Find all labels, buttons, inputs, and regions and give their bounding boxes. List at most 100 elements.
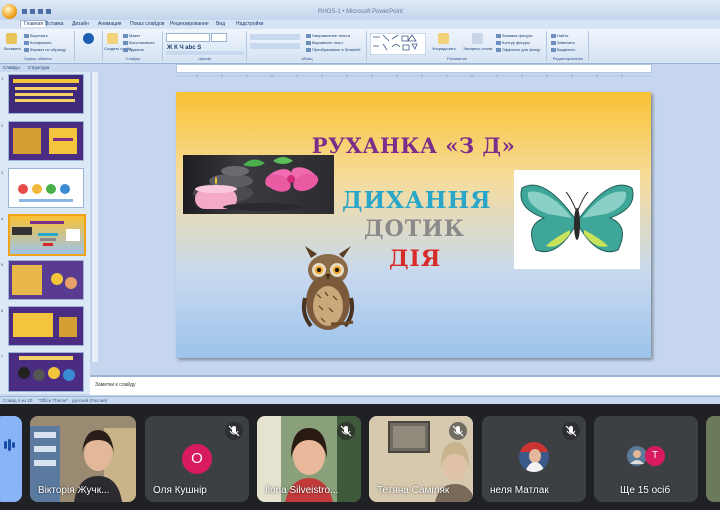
slide-thumbnail-active[interactable] [8,214,86,256]
participant-tile[interactable]: Тетяна Саміляк [369,416,473,502]
slide-number: 2 [1,123,4,128]
format-painter-button[interactable]: Формат по образцу [24,47,66,52]
delete-icon [123,47,128,52]
copy-button[interactable]: Копировать [24,40,52,45]
mic-off-icon [449,422,467,440]
mic-off-icon [337,422,355,440]
tab-review[interactable]: Рецензирование [170,21,209,27]
participant-name: неля Матлак [490,485,549,496]
align-text-button[interactable]: Выровнять текст [306,40,343,45]
group-font: Ж К Ч abc S Шрифт [164,31,247,61]
participant-name: Вікторія Жучк... [38,485,110,496]
slide-number: 4 [1,216,4,221]
tab-home[interactable]: Главная [20,20,48,27]
group-label-clipboard: Буфер обмена [24,56,52,61]
slide-number: 1 [1,76,4,81]
shape-outline-button[interactable]: Контур фигуры [496,40,530,45]
paste-icon[interactable] [6,33,17,44]
reset-button[interactable]: Восстановить [123,40,155,45]
tab-slides-panel[interactable]: Слайды [3,65,20,70]
find-button[interactable]: Найти [551,33,568,38]
more-participants-tile[interactable]: Т Ще 15 осіб [594,416,698,502]
office-button-icon[interactable] [2,4,17,19]
participant-tile[interactable]: О Оля Кушнір [145,416,249,502]
powerpoint-window: RHOS-1 • Microsoft PowerPoint Главная Вс… [0,0,720,404]
owl-picture[interactable] [291,244,366,334]
select-button[interactable]: Выделить [551,47,575,52]
group-slides: Создать слайд Макет Восстановить Удалить… [104,31,163,61]
slide-canvas[interactable]: РУХАНКА «З Д» ДИХАННЯ ДОТИК ДІЯ [176,92,651,358]
paragraph-icons[interactable] [250,34,302,54]
tab-design[interactable]: Дизайн [72,21,89,27]
participant-avatar: О [182,444,212,474]
tab-view[interactable]: Вид [216,21,225,27]
font-name-select[interactable] [166,33,210,42]
copy-icon [24,40,29,45]
shapes-gallery[interactable] [370,33,426,55]
bluetooth-icon[interactable] [83,33,94,44]
participant-tile[interactable]: неля Матлак [482,416,586,502]
text-direction-button[interactable]: Направление текста [306,33,350,38]
replace-icon [551,40,556,45]
window-title: RHOS-1 • Microsoft PowerPoint [318,9,403,15]
quick-access-toolbar[interactable] [22,8,62,15]
participant-tile[interactable]: Ilona Silveistro... [257,416,361,502]
paste-button[interactable]: Вставить [4,46,21,51]
butterfly-picture[interactable] [514,170,640,269]
tab-addins[interactable]: Надстройки [236,21,263,27]
quick-styles-icon[interactable] [472,33,483,44]
slide-number: 7 [1,354,4,359]
fill-icon [496,33,501,38]
group-bluetooth [76,31,103,61]
new-slide-icon[interactable] [107,33,118,44]
spa-flower-picture[interactable] [183,155,334,214]
tab-slideshow[interactable]: Показ слайдов [130,21,164,27]
delete-button[interactable]: Удалить [123,47,144,52]
participant-tile[interactable]: Вікторія Жучк... [30,416,136,502]
vertical-ruler[interactable] [91,72,98,362]
font-size-select[interactable] [211,33,227,42]
group-label-font: Шрифт [198,56,212,61]
horizontal-ruler[interactable] [176,64,652,77]
notes-pane[interactable]: Заметки к слайду [90,377,720,395]
group-label-slides: Слайды [125,56,141,61]
layout-button[interactable]: Макет [123,33,140,38]
group-label-paragraph: Абзац [301,56,313,61]
presenter-tile[interactable] [0,416,22,502]
quick-styles-button[interactable]: Экспресс-стили [463,46,492,51]
group-clipboard: Вставить Вырезать Копировать Формат по о… [2,31,75,61]
shape-effects-button[interactable]: Эффекты для фигур [496,47,540,52]
slide-thumbnail[interactable] [8,260,84,300]
participant-tile-partial[interactable] [706,416,720,502]
status-bar: Слайд 4 из 20 "Office Theme" русский (Ро… [0,396,720,404]
arrange-button[interactable]: Упорядочить [432,46,456,51]
tab-insert[interactable]: Вставка [45,21,64,27]
slide-word-action[interactable]: ДІЯ [389,246,441,272]
slides-panel: Слайды Структура 1 2 3 4 5 6 7 [0,64,90,394]
slide-thumbnail[interactable] [8,168,84,208]
layout-icon [123,33,128,38]
arrange-icon[interactable] [438,33,449,44]
slide-thumbnail[interactable] [8,352,84,392]
slide-word-breathing[interactable]: ДИХАННЯ [342,187,492,214]
status-language[interactable]: русский (Россия) [72,398,107,403]
notes-placeholder: Заметки к слайду [95,382,136,388]
panel-tabs: Слайды Структура [0,64,90,72]
group-drawing: Упорядочить Экспресс-стили Заливка фигур… [368,31,547,61]
select-icon [551,47,556,52]
tab-outline-panel[interactable]: Структура [28,65,49,70]
smartart-button[interactable]: Преобразовать в SmartArt [306,47,361,52]
meeting-participants-strip: Вікторія Жучк... О Оля Кушнір Ilona Silv… [0,404,720,510]
replace-button[interactable]: Заменить [551,40,575,45]
slide-thumbnail[interactable] [8,74,84,114]
more-participants-label: Ще 15 осіб [620,485,671,496]
font-format-icons[interactable]: Ж К Ч abc S [166,43,244,57]
cut-button[interactable]: Вырезать [24,33,48,38]
slide-thumbnail[interactable] [8,306,84,346]
slide-thumbnail[interactable] [8,121,84,161]
slide-word-touch[interactable]: ДОТИК [364,216,465,242]
outline-icon [496,40,501,45]
tab-animation[interactable]: Анимация [98,21,121,27]
shape-fill-button[interactable]: Заливка фигуры [496,33,533,38]
effects-icon [496,47,501,52]
